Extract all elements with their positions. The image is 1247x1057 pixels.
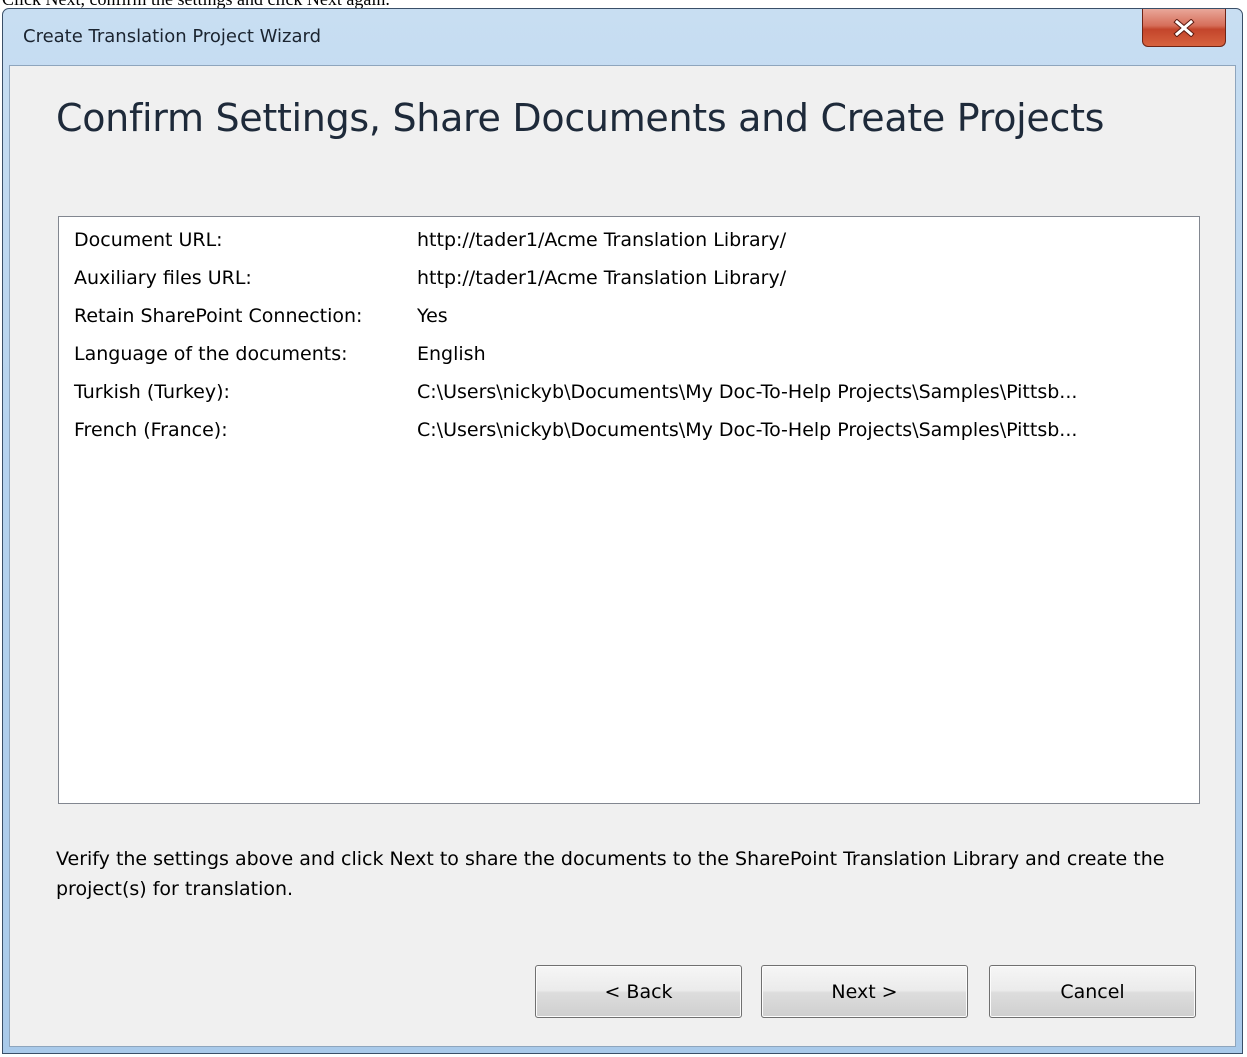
next-button[interactable]: Next > bbox=[761, 965, 968, 1018]
setting-label: Turkish (Turkey): bbox=[74, 381, 230, 403]
window-title: Create Translation Project Wizard bbox=[23, 26, 322, 47]
setting-value: C:\Users\nickyb\Documents\My Doc-To-Help… bbox=[417, 419, 1078, 441]
setting-value: http://tader1/Acme Translation Library/ bbox=[417, 229, 787, 251]
back-button[interactable]: < Back bbox=[535, 965, 742, 1018]
close-button[interactable] bbox=[1142, 9, 1226, 47]
cancel-button[interactable]: Cancel bbox=[989, 965, 1196, 1018]
instructions-text: Verify the settings above and click Next… bbox=[56, 848, 1165, 900]
settings-row-french: French (France): C:\Users\nickyb\Documen… bbox=[59, 411, 1199, 449]
settings-row-auxiliary-url: Auxiliary files URL: http://tader1/Acme … bbox=[59, 259, 1199, 297]
setting-label: Document URL: bbox=[74, 229, 223, 251]
settings-row-document-url: Document URL: http://tader1/Acme Transla… bbox=[59, 221, 1199, 259]
title-bar[interactable]: Create Translation Project Wizard bbox=[3, 9, 1242, 65]
wizard-client-area: Confirm Settings, Share Documents and Cr… bbox=[9, 65, 1236, 1047]
settings-row-document-language: Language of the documents: English bbox=[59, 335, 1199, 373]
settings-summary-list[interactable]: Document URL: http://tader1/Acme Transla… bbox=[58, 216, 1200, 804]
settings-row-turkish: Turkish (Turkey): C:\Users\nickyb\Docume… bbox=[59, 373, 1199, 411]
setting-value: Yes bbox=[417, 305, 448, 327]
document-caption: Click Next, confirm the settings and cli… bbox=[0, 0, 1247, 8]
setting-label: Auxiliary files URL: bbox=[74, 267, 252, 289]
close-x-icon bbox=[1173, 18, 1195, 37]
caption-text: Click Next, confirm the settings and cli… bbox=[2, 0, 390, 8]
setting-value: http://tader1/Acme Translation Library/ bbox=[417, 267, 787, 289]
setting-value: C:\Users\nickyb\Documents\My Doc-To-Help… bbox=[417, 381, 1078, 403]
settings-row-retain-connection: Retain SharePoint Connection: Yes bbox=[59, 297, 1199, 335]
setting-label: Retain SharePoint Connection: bbox=[74, 305, 363, 327]
setting-label: Language of the documents: bbox=[74, 343, 348, 365]
wizard-window: Create Translation Project Wizard Confir… bbox=[2, 8, 1243, 1054]
setting-label: French (France): bbox=[74, 419, 228, 441]
page-title: Confirm Settings, Share Documents and Cr… bbox=[56, 96, 1105, 140]
setting-value: English bbox=[417, 343, 486, 365]
